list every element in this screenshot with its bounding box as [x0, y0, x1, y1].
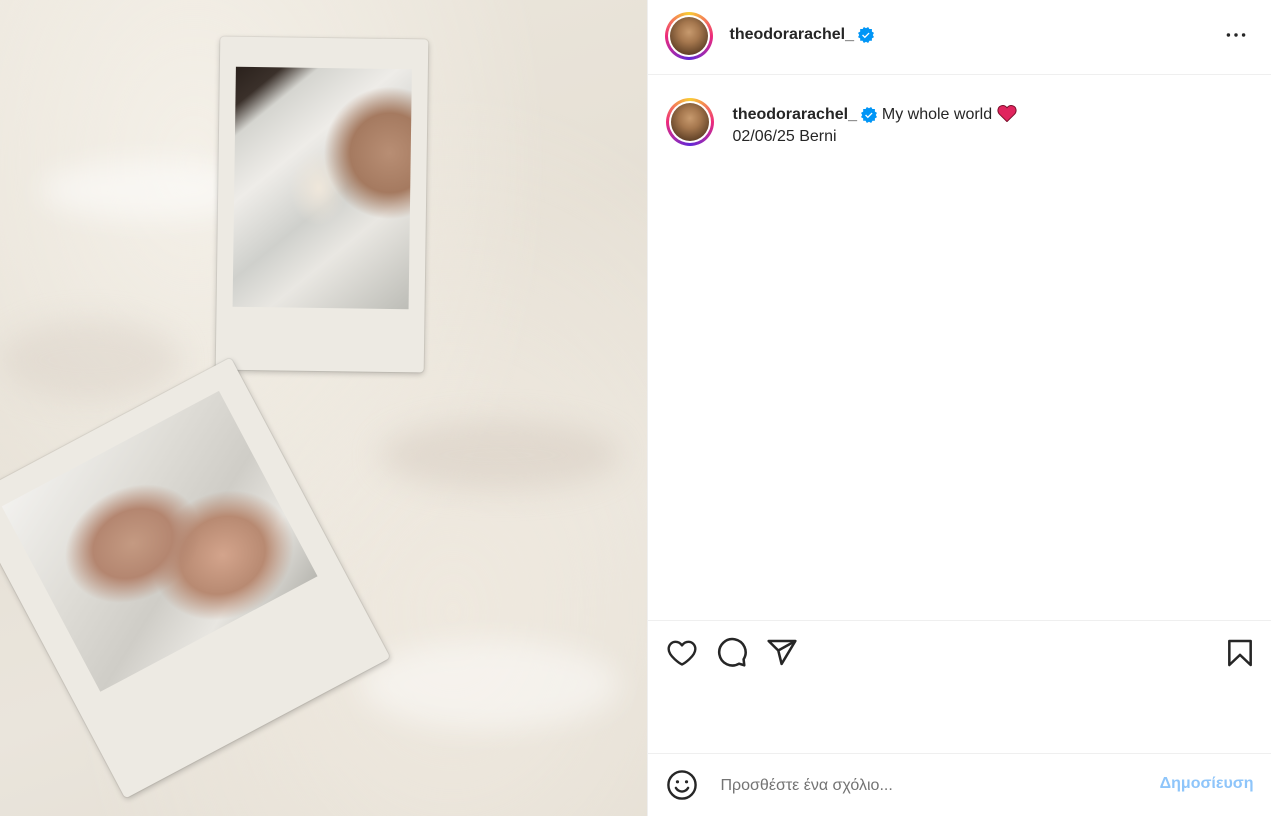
caption-author-avatar[interactable] [666, 98, 715, 146]
heart-outline-icon[interactable] [666, 637, 698, 669]
author-avatar[interactable] [665, 12, 714, 60]
smiley-icon[interactable] [666, 769, 698, 801]
comment-input[interactable] [718, 771, 1143, 801]
polaroid-image-baby-feet [1, 390, 318, 692]
post-actions [648, 620, 1271, 754]
polaroid-image-baby-hand [232, 66, 412, 310]
verified-badge-icon [861, 106, 878, 123]
post-comment-button[interactable]: Δημοσίευση [1160, 775, 1254, 793]
polaroid-photo-bottom [0, 357, 391, 799]
post-header: theodorarachel_ [648, 0, 1271, 75]
polaroid-photo-top [215, 36, 429, 373]
more-options-icon[interactable] [1223, 22, 1249, 48]
caption-second-line: 02/06/25 Berni [732, 128, 837, 145]
post-side-panel: theodorarachel_ theodorarachel_ My whole… [647, 0, 1271, 816]
avatar-image [670, 17, 709, 55]
post-media[interactable] [0, 0, 648, 816]
bookmark-icon[interactable] [1224, 637, 1256, 669]
author-username[interactable]: theodorarachel_ [729, 26, 853, 43]
author-info: theodorarachel_ [729, 26, 875, 44]
caption-username[interactable]: theodorarachel_ [732, 106, 856, 123]
caption-body: theodorarachel_ My whole world 02/06/25 … [732, 104, 1252, 148]
verified-badge-icon [858, 26, 875, 43]
caption-text: My whole world [881, 106, 993, 123]
add-comment-bar: Δημοσίευση [648, 753, 1271, 816]
red-heart-emoji-icon [997, 105, 1017, 123]
avatar-image [671, 103, 710, 141]
send-icon[interactable] [766, 637, 798, 669]
post-view: theodorarachel_ theodorarachel_ My whole… [0, 0, 1271, 816]
comment-icon[interactable] [716, 637, 748, 669]
